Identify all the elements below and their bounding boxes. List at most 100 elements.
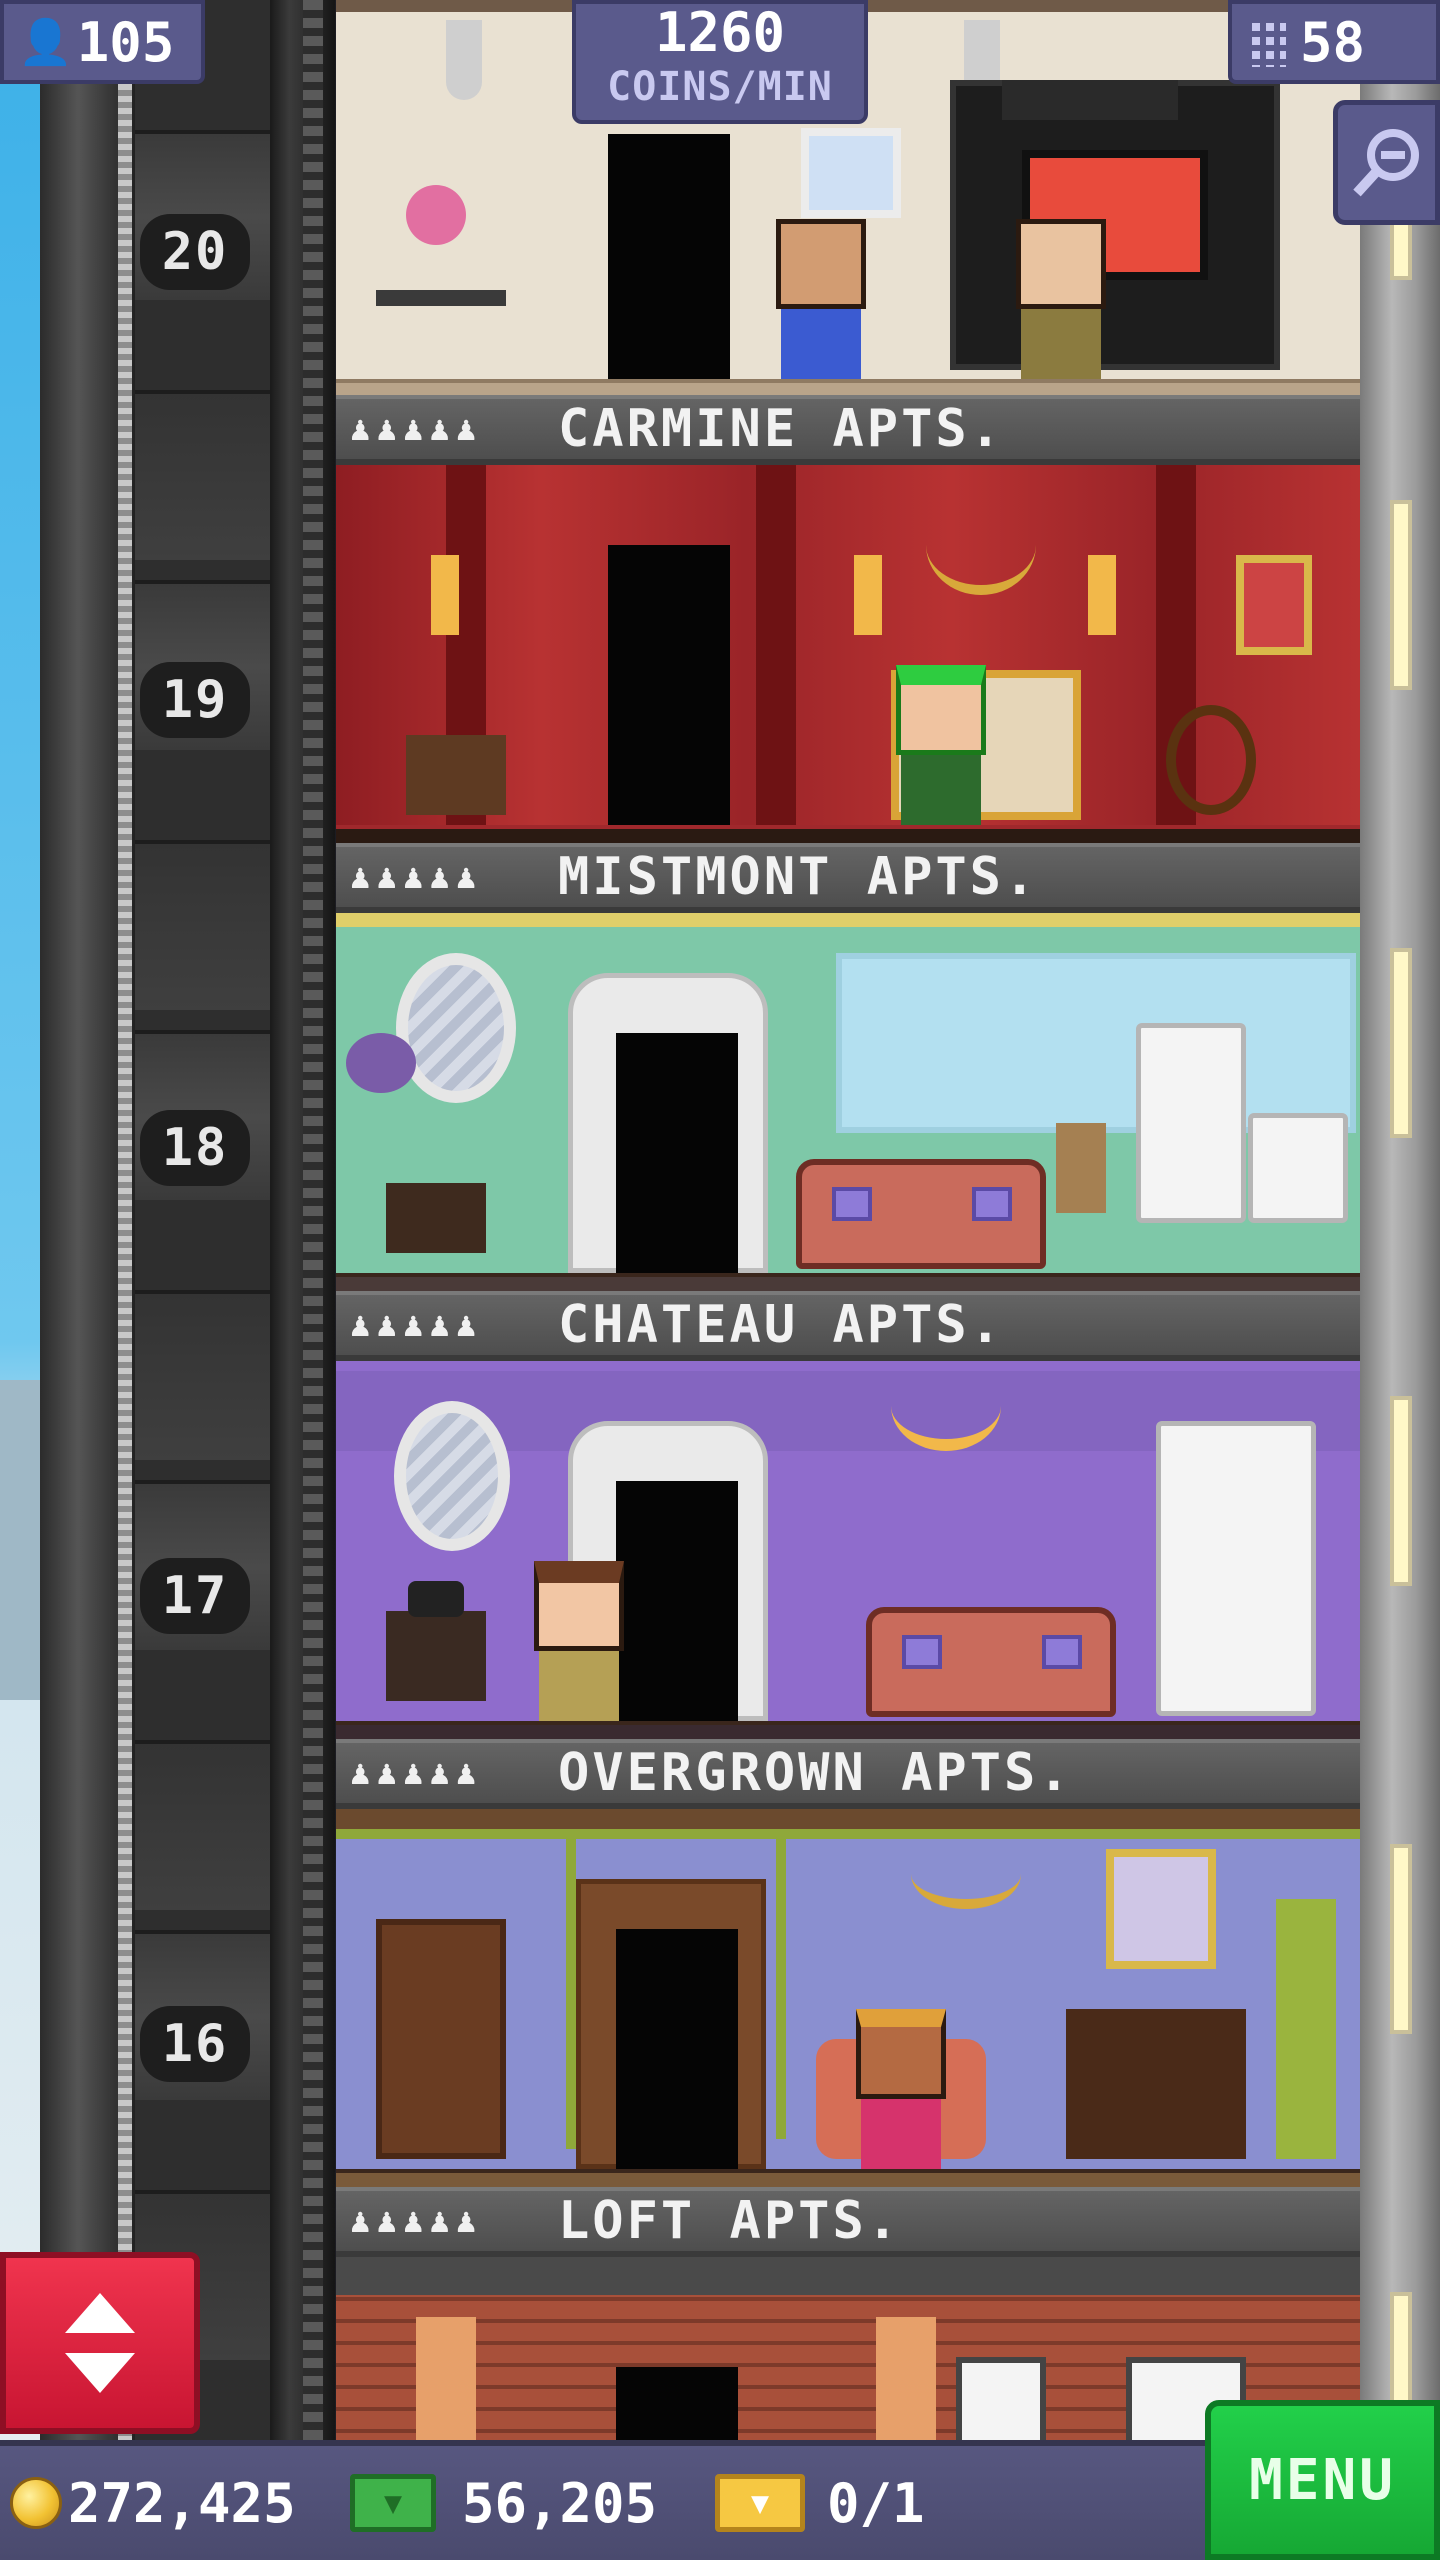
ceiling-beam [336,1809,1360,1831]
wall-painting [1106,1849,1216,1969]
room-floor [336,825,1360,843]
ceiling-lights [336,913,1360,927]
vine-overgrowth [566,1839,576,2149]
column [756,465,796,825]
person-icon: 👤 [18,17,73,68]
ceiling-pipes [336,2257,1360,2295]
floor-name-banner: ♟♟♟♟♟ MISTMONT APTS. [336,843,1360,913]
room-interior[interactable] [336,913,1360,1291]
potted-plant [1056,1123,1106,1213]
coins-value: 272,425 [68,2471,296,2535]
vine-overgrowth [336,1829,1360,1839]
resident-character[interactable] [776,219,866,379]
flower-vase [406,185,466,245]
wall-picture [801,128,901,218]
floor-number-17[interactable]: 17 [140,1558,250,1634]
wall-sconce [431,555,459,635]
elevator-button[interactable] [0,2252,200,2434]
speaker-bar [1002,80,1178,120]
floor-name-banner: ♟♟♟♟♟ CARMINE APTS. [336,395,1360,465]
floor-name: CHATEAU APTS. [558,1295,1004,1355]
floor-name-banner: ♟♟♟♟♟ CHATEAU APTS. [336,1291,1360,1361]
floor-number-16[interactable]: 16 [140,2006,250,2082]
menu-button[interactable]: MENU [1205,2400,1440,2560]
residents-icons: ♟♟♟♟♟ [350,1753,483,1793]
building-right-wall [1360,0,1440,2440]
chandelier [891,1361,1001,1451]
ornate-chair [1166,705,1256,815]
apartment-door[interactable] [616,2367,738,2440]
large-plant [1276,1899,1336,2159]
elevator-shaft-segment [135,390,270,560]
hanging-lamp-light [416,2317,476,2440]
sofa [796,1159,1046,1269]
hanging-lamp-light [876,2317,936,2440]
floor-count-panel[interactable]: 58 [1228,0,1440,84]
tickets-display[interactable]: ▼ 0/1 [715,2446,925,2560]
resident-character[interactable] [1016,219,1106,379]
sofa-cushion [1042,1635,1082,1669]
building-window [1390,948,1412,1138]
wall-painting [1236,555,1312,655]
wall-mirror [396,953,516,1103]
elevator-shaft-segment [135,840,270,1010]
residents-icons: ♟♟♟♟♟ [350,409,483,449]
wall-mirror [394,1401,510,1551]
bookshelf [376,1919,506,2159]
floor-19-carmine-apts[interactable]: ♟♟♟♟♟ CARMINE APTS. [336,395,1360,843]
floor-name-banner: ♟♟♟♟♟ LOFT APTS. [336,2187,1360,2257]
floor-16-overgrown-apts[interactable]: ♟♟♟♟♟ OVERGROWN APTS. [336,1739,1360,2187]
elevator-cable [303,0,323,2440]
apartment-door[interactable] [616,1033,738,1273]
room-interior[interactable] [336,1809,1360,2187]
table [376,290,506,306]
floor-number-19[interactable]: 19 [140,662,250,738]
hanging-plant [346,1033,416,1093]
tickets-value: 0/1 [827,2471,925,2535]
resident-character[interactable] [856,2009,946,2169]
stove [1248,1113,1348,1223]
bux-display[interactable]: ▼ 56,205 [350,2446,657,2560]
telephone [408,1581,464,1617]
sofa-cushion [902,1635,942,1669]
sky-background [0,0,40,2440]
floor-number-20[interactable]: 20 [140,214,250,290]
floor-17-chateau-apts[interactable]: ♟♟♟♟♟ CHATEAU APTS. [336,1291,1360,1739]
sofa-cushion [972,1187,1012,1221]
elevator-shaft-segment [135,1290,270,1460]
window [836,953,1356,1133]
apartment-door[interactable] [616,1929,738,2169]
apartment-door[interactable] [608,134,730,379]
resident-character[interactable] [534,1561,624,1721]
room-floor [336,2169,1360,2187]
sofa [866,1607,1116,1717]
floor-number-18[interactable]: 18 [140,1110,250,1186]
room-interior[interactable] [336,1361,1360,1739]
tower-bux-icon: ▼ [350,2474,436,2532]
floor-name: MISTMONT APTS. [558,847,1039,907]
coins-display[interactable]: 272,425 [10,2446,296,2560]
zoom-button[interactable] [1333,100,1440,225]
wall-sconce [854,555,882,635]
side-table [386,1183,486,1253]
vine-overgrowth [776,1839,786,2139]
magnifier-zoom-out-icon [1352,128,1419,196]
floor-15-loft-apts[interactable]: ♟♟♟♟♟ LOFT APTS. [336,2187,1360,2440]
floor-name: CARMINE APTS. [558,399,1004,459]
fireplace [1066,2009,1246,2159]
building-icon [1246,17,1286,67]
population-counter[interactable]: 👤 105 [0,0,205,84]
window [956,2357,1046,2440]
coins-per-min-panel[interactable]: 1260 COINS/MIN [572,0,868,124]
ceiling-lamp [446,20,482,100]
apartment-door[interactable] [616,1481,738,1721]
residents-icons: ♟♟♟♟♟ [350,2201,483,2241]
apartment-door[interactable] [608,545,730,825]
room-interior[interactable] [336,465,1360,843]
elevator-shaft-segment [135,1740,270,1910]
nightstand [406,735,506,815]
sofa-cushion [832,1187,872,1221]
floor-18-mistmont-apts[interactable]: ♟♟♟♟♟ MISTMONT APTS. [336,843,1360,1291]
building-window [1390,1396,1412,1586]
resident-character[interactable] [896,665,986,825]
